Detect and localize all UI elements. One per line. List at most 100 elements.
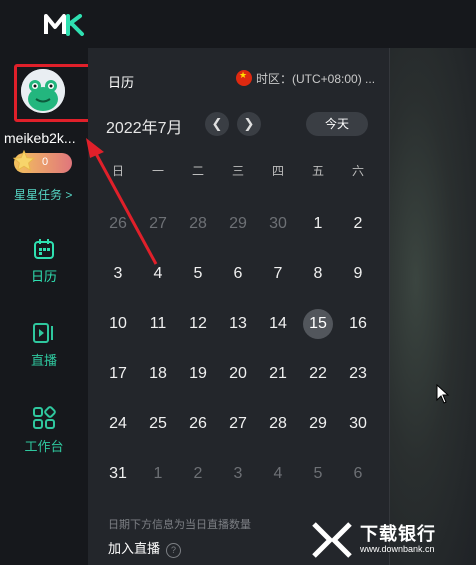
star-badge: 0	[12, 149, 72, 173]
main-area	[390, 48, 476, 565]
calendar-day[interactable]: 6	[338, 456, 378, 492]
watermark-site: www.downbank.cn	[360, 544, 435, 554]
calendar-day-number: 5	[313, 465, 323, 482]
sidebar-item-calendar[interactable]: 日历	[0, 238, 88, 285]
calendar-day-number: 21	[269, 365, 287, 382]
calendar-day[interactable]: 5	[178, 256, 218, 292]
sidebar-item-workspace[interactable]: 工作台	[0, 406, 88, 455]
calendar-day-number: 27	[149, 215, 167, 232]
calendar-day-number: 6	[353, 465, 363, 482]
calendar-day[interactable]: 28	[178, 206, 218, 242]
calendar-day[interactable]: 11	[138, 306, 178, 342]
calendar-day-number: 16	[349, 315, 367, 332]
calendar-day[interactable]: 21	[258, 356, 298, 392]
join-live-label[interactable]: 加入直播	[108, 541, 160, 556]
chevron-left-icon: ❮	[211, 116, 223, 131]
username[interactable]: meikeb2k...	[4, 130, 88, 146]
calendar-day[interactable]: 27	[218, 406, 258, 442]
join-live-row[interactable]: 加入直播?	[108, 538, 182, 558]
star-icon	[12, 149, 36, 172]
calendar-icon	[34, 239, 54, 259]
calendar-day-number: 8	[313, 265, 323, 282]
calendar-day-number: 1	[153, 465, 163, 482]
calendar-day-number: 9	[353, 265, 363, 282]
china-flag-icon	[236, 70, 252, 86]
calendar-day-number: 15	[303, 309, 333, 339]
top-bar	[0, 0, 476, 48]
sidebar-item-label: 直播	[30, 353, 57, 368]
calendar-day[interactable]: 30	[258, 206, 298, 242]
calendar-day-number: 23	[349, 365, 367, 382]
today-button[interactable]: 今天	[306, 112, 368, 136]
calendar-day[interactable]: 14	[258, 306, 298, 342]
timezone-label: 时区：(UTC+08:00) ...	[256, 72, 376, 86]
calendar-day[interactable]: 9	[338, 256, 378, 292]
calendar-day[interactable]: 4	[258, 456, 298, 492]
calendar-day-number: 7	[273, 265, 283, 282]
calendar-day[interactable]: 19	[178, 356, 218, 392]
calendar-day[interactable]: 3	[218, 456, 258, 492]
calendar-day[interactable]: 28	[258, 406, 298, 442]
help-icon[interactable]: ?	[166, 543, 182, 558]
calendar-day-number: 18	[149, 365, 167, 382]
calendar-day-number: 6	[233, 265, 243, 282]
calendar-day-number: 4	[153, 265, 163, 282]
calendar-day[interactable]: 13	[218, 306, 258, 342]
calendar-day[interactable]: 12	[178, 306, 218, 342]
star-count: 0	[42, 156, 49, 168]
calendar-day[interactable]: 20	[218, 356, 258, 392]
calendar-day[interactable]: 27	[138, 206, 178, 242]
mouse-cursor-icon	[436, 384, 450, 404]
star-task-link[interactable]: 星星任务 >	[14, 186, 72, 203]
calendar-day[interactable]: 2	[338, 206, 378, 242]
calendar-day-number: 13	[229, 315, 247, 332]
prev-month-button[interactable]: ❮	[205, 112, 229, 136]
calendar-day[interactable]: 1	[138, 456, 178, 492]
weekday-label: 二	[191, 164, 204, 178]
calendar-day-number: 2	[353, 215, 363, 232]
calendar-day[interactable]: 29	[298, 406, 338, 442]
watermark-logo-icon	[312, 522, 352, 558]
calendar-day[interactable]: 2	[178, 456, 218, 492]
calendar-day-today[interactable]: 15	[298, 306, 338, 342]
calendar-day-number: 26	[189, 415, 207, 432]
calendar-day-number: 29	[309, 415, 327, 432]
calendar-day[interactable]: 22	[298, 356, 338, 392]
calendar-day[interactable]: 4	[138, 256, 178, 292]
calendar-day[interactable]: 16	[338, 306, 378, 342]
calendar-day[interactable]: 24	[98, 406, 138, 442]
sidebar-item-label: 日历	[30, 269, 57, 284]
next-month-button[interactable]: ❯	[237, 112, 261, 136]
calendar-day[interactable]: 30	[338, 406, 378, 442]
calendar-day-number: 27	[229, 415, 247, 432]
calendar-day[interactable]: 29	[218, 206, 258, 242]
calendar-day-number: 22	[309, 365, 327, 382]
weekday-label: 四	[271, 164, 284, 178]
calendar-day[interactable]: 3	[98, 256, 138, 292]
weekday-label: 五	[311, 164, 324, 178]
calendar-day[interactable]: 23	[338, 356, 378, 392]
weekday-label: 一	[151, 164, 164, 178]
sidebar-item-label: 工作台	[24, 439, 64, 454]
calendar-day[interactable]: 1	[298, 206, 338, 242]
calendar-day[interactable]: 5	[298, 456, 338, 492]
weekday-label: 日	[111, 164, 124, 178]
calendar-day[interactable]: 10	[98, 306, 138, 342]
calendar-day[interactable]: 26	[98, 206, 138, 242]
calendar-day[interactable]: 17	[98, 356, 138, 392]
calendar-day[interactable]: 31	[98, 456, 138, 492]
calendar-day-number: 19	[189, 365, 207, 382]
calendar-day[interactable]: 25	[138, 406, 178, 442]
calendar-day[interactable]: 7	[258, 256, 298, 292]
calendar-day[interactable]: 6	[218, 256, 258, 292]
calendar-day-number: 11	[149, 315, 167, 332]
calendar-day-number: 25	[149, 415, 167, 432]
calendar-day[interactable]: 8	[298, 256, 338, 292]
sidebar-item-live[interactable]: 直播	[0, 322, 88, 369]
calendar-day[interactable]: 26	[178, 406, 218, 442]
calendar-day[interactable]: 18	[138, 356, 178, 392]
watermark-brand: 下载银行	[360, 524, 436, 544]
calendar-day-number: 12	[189, 315, 207, 332]
timezone-selector[interactable]: 时区：(UTC+08:00) ...	[236, 70, 375, 87]
month-label: 2022年7月	[106, 120, 183, 137]
